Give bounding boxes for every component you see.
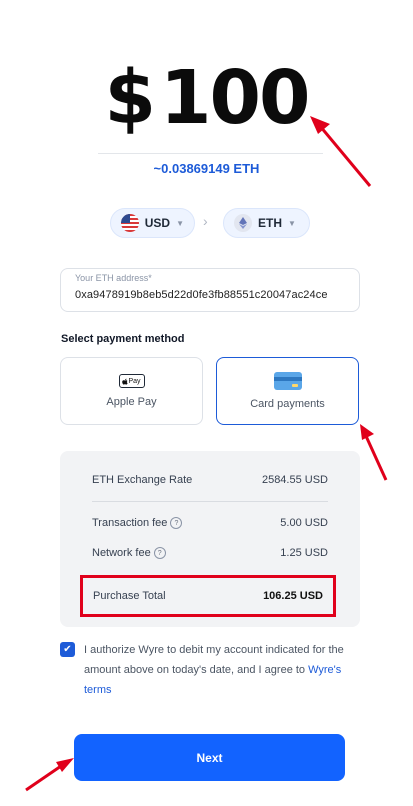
help-icon[interactable]: ?: [170, 517, 183, 530]
consent-text: I authorize Wyre to debit my account ind…: [84, 640, 354, 700]
network-fee-value: 1.25 USD: [280, 547, 328, 559]
summary-divider: [92, 501, 328, 502]
credit-card-icon: [273, 372, 302, 390]
help-icon[interactable]: ?: [153, 547, 166, 560]
eth-address-label: Your ETH address*: [75, 273, 152, 283]
next-button[interactable]: Next: [74, 734, 345, 781]
purchase-total-label: Purchase Total: [93, 590, 166, 602]
us-flag-icon: [121, 214, 139, 232]
exchange-rate-row: ETH Exchange Rate 2584.55 USD: [92, 474, 328, 486]
order-summary: ETH Exchange Rate 2584.55 USD Transactio…: [60, 451, 360, 627]
payment-method-heading: Select payment method: [61, 333, 185, 345]
source-currency-code: USD: [144, 216, 171, 230]
purchase-total-row: Purchase Total 106.25 USD: [80, 575, 336, 617]
chevron-down-icon: ▼: [176, 218, 184, 228]
transaction-fee-row: Transaction fee? 5.00 USD: [92, 517, 328, 530]
card-payments-option[interactable]: Card payments: [216, 357, 359, 425]
transaction-fee-label: Transaction fee: [92, 517, 168, 529]
apple-pay-option[interactable]: Pay Apple Pay: [60, 357, 203, 425]
consent-body: I authorize Wyre to debit my account ind…: [84, 644, 344, 676]
annotation-arrow-icon: [25, 758, 74, 792]
exchange-rate-label: ETH Exchange Rate: [92, 474, 193, 486]
annotation-arrow-icon: [310, 116, 372, 187]
dest-currency-selector[interactable]: ETH ▼: [223, 208, 310, 238]
apple-pay-icon-text: Pay: [128, 377, 141, 385]
chevron-right-icon: ›: [203, 213, 208, 229]
dest-currency-code: ETH: [258, 216, 282, 230]
currency-symbol: $: [104, 55, 156, 141]
amount-value[interactable]: 100: [160, 58, 310, 138]
purchase-total-value: 106.25 USD: [263, 590, 323, 602]
next-button-label: Next: [196, 750, 223, 765]
annotation-arrow-icon: [360, 424, 388, 481]
exchange-rate-value: 2584.55 USD: [261, 474, 328, 486]
network-fee-label: Network fee: [92, 547, 151, 559]
ethereum-icon: [234, 214, 252, 232]
eth-address-field[interactable]: Your ETH address* 0xa9478919b8eb5d22d0fe…: [60, 268, 360, 312]
eth-address-input[interactable]: 0xa9478919b8eb5d22d0fe3fb88551c20047ac24…: [75, 289, 328, 301]
apple-pay-label: Apple Pay: [106, 396, 157, 408]
card-payments-label: Card payments: [250, 398, 325, 410]
source-currency-selector[interactable]: USD ▼: [110, 208, 195, 238]
checkmark-icon: ✔: [63, 644, 72, 655]
apple-pay-icon: Pay: [118, 374, 145, 388]
transaction-fee-value: 5.00 USD: [280, 517, 328, 529]
chevron-down-icon: ▼: [288, 218, 296, 228]
consent-checkbox[interactable]: ✔: [60, 642, 75, 657]
amount-underline: [98, 153, 323, 154]
network-fee-row: Network fee? 1.25 USD: [92, 547, 328, 560]
